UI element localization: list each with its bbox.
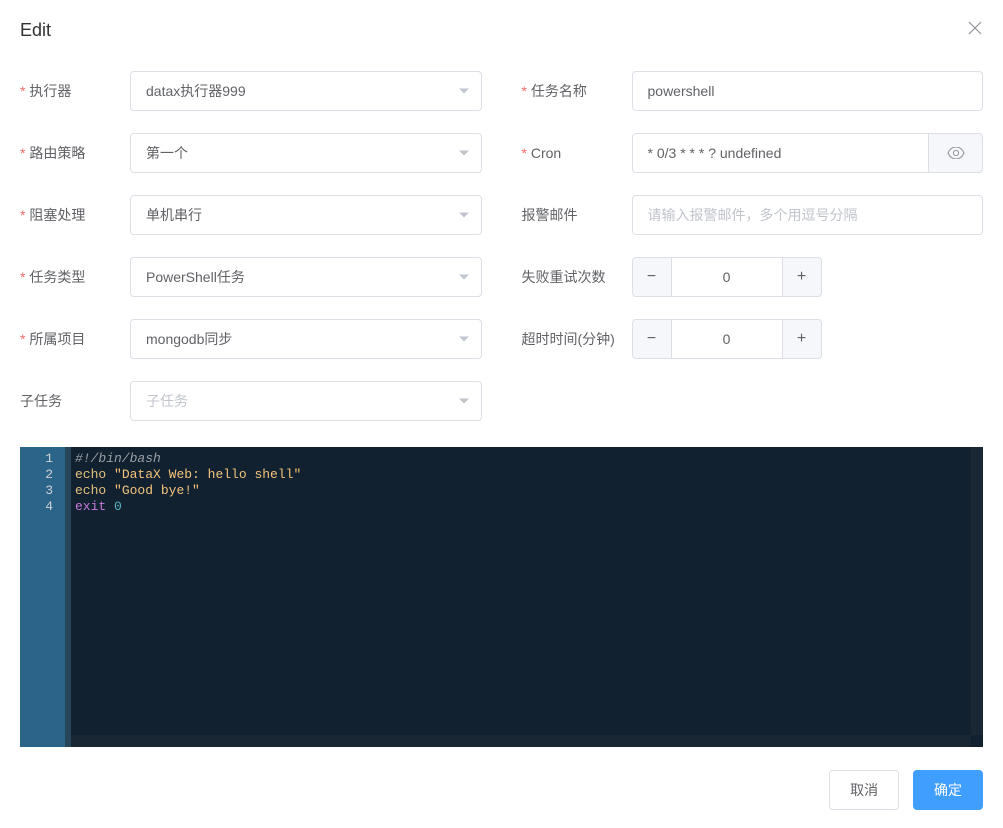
dialog-title: Edit [20, 20, 51, 41]
minus-icon: − [647, 330, 656, 348]
plus-icon: + [797, 330, 806, 348]
confirm-button[interactable]: 确定 [913, 770, 983, 810]
select-task-type-value: PowerShell任务 [146, 267, 245, 287]
close-button[interactable] [967, 20, 983, 40]
select-executor-value: datax执行器999 [146, 81, 246, 101]
dialog-header: Edit [0, 0, 1003, 51]
line-number: 1 [20, 451, 59, 467]
select-sub-task[interactable]: 子任务 [130, 381, 482, 421]
field-timeout: 超时时间(分钟) − 0 + [522, 319, 984, 359]
field-block: 阻塞处理 单机串行 [20, 195, 482, 235]
timeout-increment-button[interactable]: + [782, 319, 822, 359]
select-route[interactable]: 第一个 [130, 133, 482, 173]
cancel-button[interactable]: 取消 [829, 770, 899, 810]
edit-dialog: Edit 执行器 datax执行器999 路由策略 [0, 0, 1003, 828]
form-col-right: 任务名称 Cron [522, 71, 984, 443]
input-task-name[interactable] [632, 71, 984, 111]
stepper-retry: − 0 + [632, 257, 822, 297]
line-number: 3 [20, 483, 59, 499]
field-sub-task: 子任务 子任务 [20, 381, 482, 421]
field-task-type: 任务类型 PowerShell任务 [20, 257, 482, 297]
minus-icon: − [647, 268, 656, 286]
label-timeout: 超时时间(分钟) [522, 329, 632, 349]
code-token: echo [75, 467, 106, 482]
label-sub-task: 子任务 [20, 391, 130, 411]
select-sub-task-placeholder: 子任务 [146, 391, 188, 411]
timeout-decrement-button[interactable]: − [632, 319, 672, 359]
editor-content[interactable]: #!/bin/bash echo "DataX Web: hello shell… [65, 447, 983, 747]
code-editor[interactable]: 1 2 3 4 #!/bin/bash echo "DataX Web: hel… [20, 447, 983, 747]
form-grid: 执行器 datax执行器999 路由策略 第一个 [20, 71, 983, 443]
field-cron: Cron [522, 133, 984, 173]
field-task-name: 任务名称 [522, 71, 984, 111]
input-alert-email[interactable] [632, 195, 984, 235]
close-icon [967, 20, 983, 36]
field-project: 所属项目 mongodb同步 [20, 319, 482, 359]
label-alert-email: 报警邮件 [522, 205, 632, 225]
timeout-value[interactable]: 0 [672, 319, 782, 359]
select-block[interactable]: 单机串行 [130, 195, 482, 235]
field-route: 路由策略 第一个 [20, 133, 482, 173]
plus-icon: + [797, 268, 806, 286]
code-token: echo [75, 483, 106, 498]
select-task-type[interactable]: PowerShell任务 [130, 257, 482, 297]
label-cron: Cron [522, 145, 632, 161]
select-project[interactable]: mongodb同步 [130, 319, 482, 359]
line-number: 4 [20, 499, 59, 515]
field-executor: 执行器 datax执行器999 [20, 71, 482, 111]
label-block: 阻塞处理 [20, 205, 130, 225]
select-route-value: 第一个 [146, 143, 188, 163]
form-col-left: 执行器 datax执行器999 路由策略 第一个 [20, 71, 482, 443]
code-token: "DataX Web: hello shell" [114, 467, 301, 482]
editor-scrollbar-horizontal[interactable] [71, 735, 971, 747]
select-executor[interactable]: datax执行器999 [130, 71, 482, 111]
input-cron[interactable] [632, 133, 930, 173]
field-retry: 失败重试次数 − 0 + [522, 257, 984, 297]
code-token: 0 [114, 499, 122, 514]
retry-increment-button[interactable]: + [782, 257, 822, 297]
stepper-timeout: − 0 + [632, 319, 822, 359]
eye-icon [947, 147, 965, 159]
label-project: 所属项目 [20, 329, 130, 349]
label-retry: 失败重试次数 [522, 267, 632, 287]
editor-gutter: 1 2 3 4 [20, 447, 65, 747]
label-executor: 执行器 [20, 81, 130, 101]
cron-preview-button[interactable] [929, 133, 983, 173]
gutter-stripe [65, 447, 71, 747]
label-task-name: 任务名称 [522, 81, 632, 101]
dialog-footer: 取消 确定 [0, 758, 1003, 828]
code-token: exit [75, 499, 106, 514]
label-task-type: 任务类型 [20, 267, 130, 287]
dialog-body: 执行器 datax执行器999 路由策略 第一个 [0, 51, 1003, 747]
label-route: 路由策略 [20, 143, 130, 163]
select-block-value: 单机串行 [146, 205, 202, 225]
code-token: "Good bye!" [114, 483, 200, 498]
code-token: #!/bin/bash [75, 451, 161, 466]
editor-scrollbar-vertical[interactable] [971, 447, 983, 735]
line-number: 2 [20, 467, 59, 483]
select-project-value: mongodb同步 [146, 329, 232, 349]
retry-decrement-button[interactable]: − [632, 257, 672, 297]
field-alert-email: 报警邮件 [522, 195, 984, 235]
retry-value[interactable]: 0 [672, 257, 782, 297]
